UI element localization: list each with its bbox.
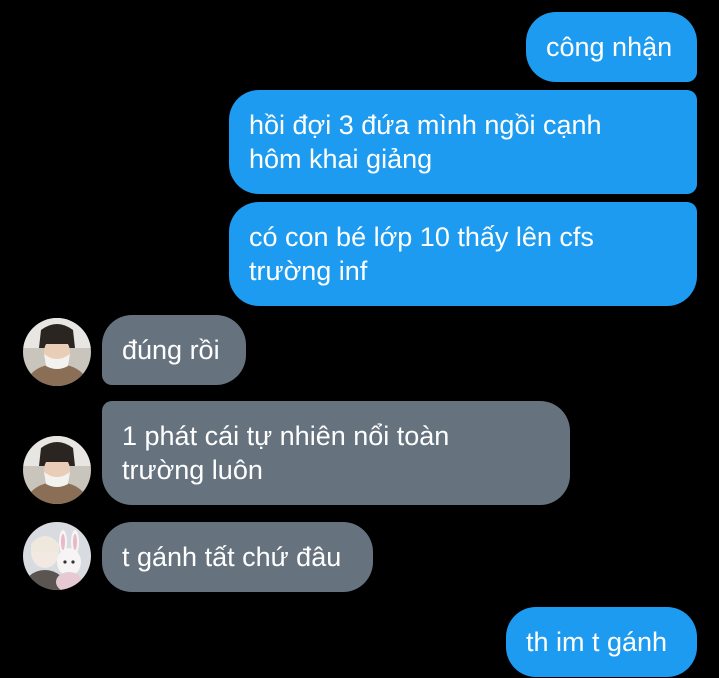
message-text: đúng rồi [122, 335, 220, 365]
message-text: có con bé lớp 10 thấy lên cfs trường inf [249, 222, 594, 286]
outgoing-message-bubble[interactable]: hồi đợi 3 đứa mình ngồi cạnh hôm khai gi… [229, 90, 697, 194]
message-text: th im t gánh [526, 627, 668, 657]
message-text: t gánh tất chứ đâu [122, 542, 342, 572]
message-text: 1 phát cái tự nhiên nổi toàn trường luôn [122, 421, 450, 485]
masked-boy-avatar[interactable] [23, 318, 91, 386]
outgoing-message-bubble[interactable]: có con bé lớp 10 thấy lên cfs trường inf [229, 202, 697, 306]
outgoing-message-bubble[interactable]: công nhận [526, 12, 697, 82]
incoming-message-bubble[interactable]: đúng rồi [102, 315, 246, 385]
message-text: công nhận [546, 32, 673, 62]
plush-toy-avatar[interactable] [23, 522, 91, 590]
incoming-message-bubble[interactable]: t gánh tất chứ đâu [102, 522, 373, 592]
incoming-message-bubble[interactable]: 1 phát cái tự nhiên nổi toàn trường luôn [102, 401, 570, 505]
outgoing-message-bubble[interactable]: th im t gánh [506, 607, 697, 677]
masked-boy-avatar[interactable] [23, 436, 91, 504]
message-text: hồi đợi 3 đứa mình ngồi cạnh hôm khai gi… [249, 110, 602, 174]
